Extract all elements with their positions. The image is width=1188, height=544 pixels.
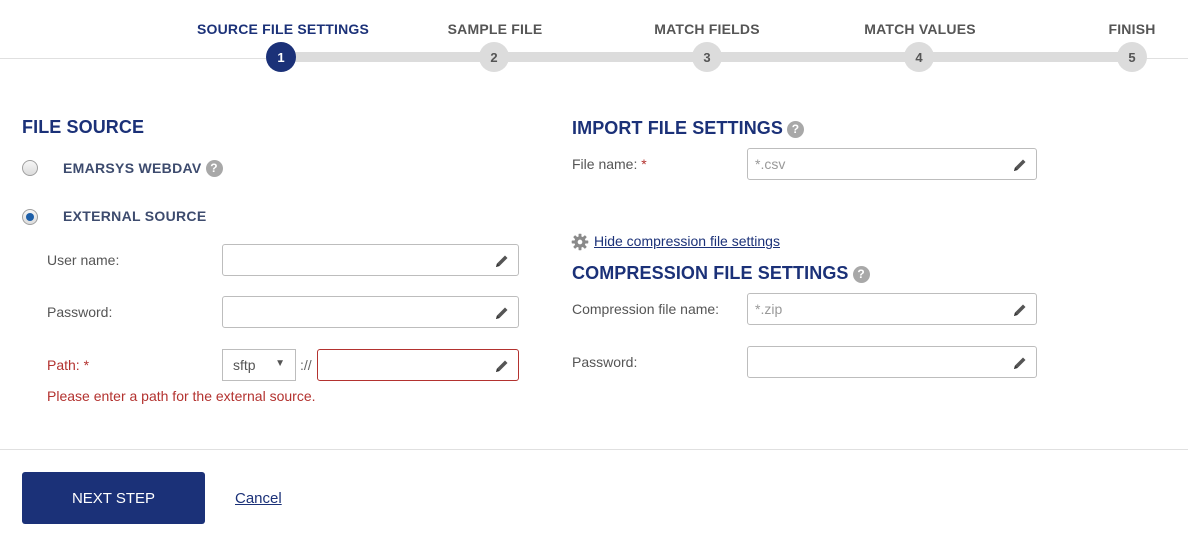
help-icon[interactable]: ? bbox=[205, 160, 223, 177]
radio-emarsys-webdav[interactable] bbox=[22, 160, 38, 176]
step-3-circle[interactable]: 3 bbox=[692, 42, 722, 72]
required-mark: * bbox=[83, 357, 90, 373]
step-1-label[interactable]: SOURCE FILE SETTINGS bbox=[197, 21, 369, 37]
compression-settings-title-text: COMPRESSION FILE SETTINGS bbox=[572, 263, 849, 283]
password-field[interactable] bbox=[222, 296, 519, 328]
caret-down-icon: ▼ bbox=[275, 358, 285, 369]
compression-password-field[interactable] bbox=[747, 346, 1037, 378]
gear-icon bbox=[571, 233, 589, 251]
username-field[interactable] bbox=[222, 244, 519, 276]
next-step-button[interactable]: NEXT STEP bbox=[22, 472, 205, 524]
file-name-field[interactable]: *.csv bbox=[747, 148, 1037, 180]
cancel-link[interactable]: Cancel bbox=[235, 490, 282, 507]
compression-file-name-label: Compression file name: bbox=[572, 301, 720, 317]
emarsys-webdav-label: EMARSYS WEBDAV bbox=[63, 160, 202, 176]
pencil-icon bbox=[496, 360, 508, 372]
pencil-icon bbox=[1014, 159, 1026, 171]
pencil-icon bbox=[496, 255, 508, 267]
password-label: Password: bbox=[47, 304, 113, 320]
protocol-select[interactable]: sftp ▼ bbox=[222, 349, 296, 381]
compression-file-name-field[interactable]: *.zip bbox=[747, 293, 1037, 325]
step-3-label[interactable]: MATCH FIELDS bbox=[654, 21, 760, 37]
help-icon[interactable]: ? bbox=[852, 266, 870, 283]
import-settings-title-text: IMPORT FILE SETTINGS bbox=[572, 118, 784, 138]
path-label: Path: * bbox=[47, 357, 89, 373]
file-name-label: File name: * bbox=[572, 156, 647, 172]
help-icon[interactable]: ? bbox=[787, 121, 805, 138]
radio-external-source[interactable] bbox=[22, 209, 38, 225]
step-5-circle[interactable]: 5 bbox=[1117, 42, 1147, 72]
pencil-icon bbox=[1014, 304, 1026, 316]
protocol-separator: :// bbox=[300, 357, 312, 373]
compression-settings-title: COMPRESSION FILE SETTINGS? bbox=[572, 263, 870, 284]
path-error-message: Please enter a path for the external sou… bbox=[47, 388, 316, 404]
path-field[interactable] bbox=[317, 349, 519, 381]
step-1-circle[interactable]: 1 bbox=[266, 42, 296, 72]
protocol-value: sftp bbox=[233, 357, 256, 373]
pencil-icon bbox=[496, 307, 508, 319]
file-name-placeholder: *.csv bbox=[755, 156, 786, 172]
required-mark: * bbox=[641, 156, 647, 172]
compression-password-label: Password: bbox=[572, 354, 638, 370]
file-source-title: FILE SOURCE bbox=[22, 117, 145, 137]
hide-compression-link[interactable]: Hide compression file settings bbox=[594, 233, 780, 249]
radio-label-external-source[interactable]: EXTERNAL SOURCE bbox=[63, 208, 206, 224]
step-4-circle[interactable]: 4 bbox=[904, 42, 934, 72]
import-settings-title: IMPORT FILE SETTINGS? bbox=[572, 118, 805, 139]
footer-divider bbox=[0, 449, 1188, 450]
radio-label-emarsys-webdav[interactable]: EMARSYS WEBDAV? bbox=[63, 160, 223, 177]
username-label: User name: bbox=[47, 252, 120, 268]
step-4-label[interactable]: MATCH VALUES bbox=[864, 21, 976, 37]
compression-file-name-placeholder: *.zip bbox=[755, 301, 783, 317]
step-2-label[interactable]: SAMPLE FILE bbox=[448, 21, 543, 37]
path-label-text: Path: bbox=[47, 357, 80, 373]
step-5-label[interactable]: FINISH bbox=[1108, 21, 1155, 37]
file-name-label-text: File name: bbox=[572, 156, 638, 172]
step-2-circle[interactable]: 2 bbox=[479, 42, 509, 72]
pencil-icon bbox=[1014, 357, 1026, 369]
